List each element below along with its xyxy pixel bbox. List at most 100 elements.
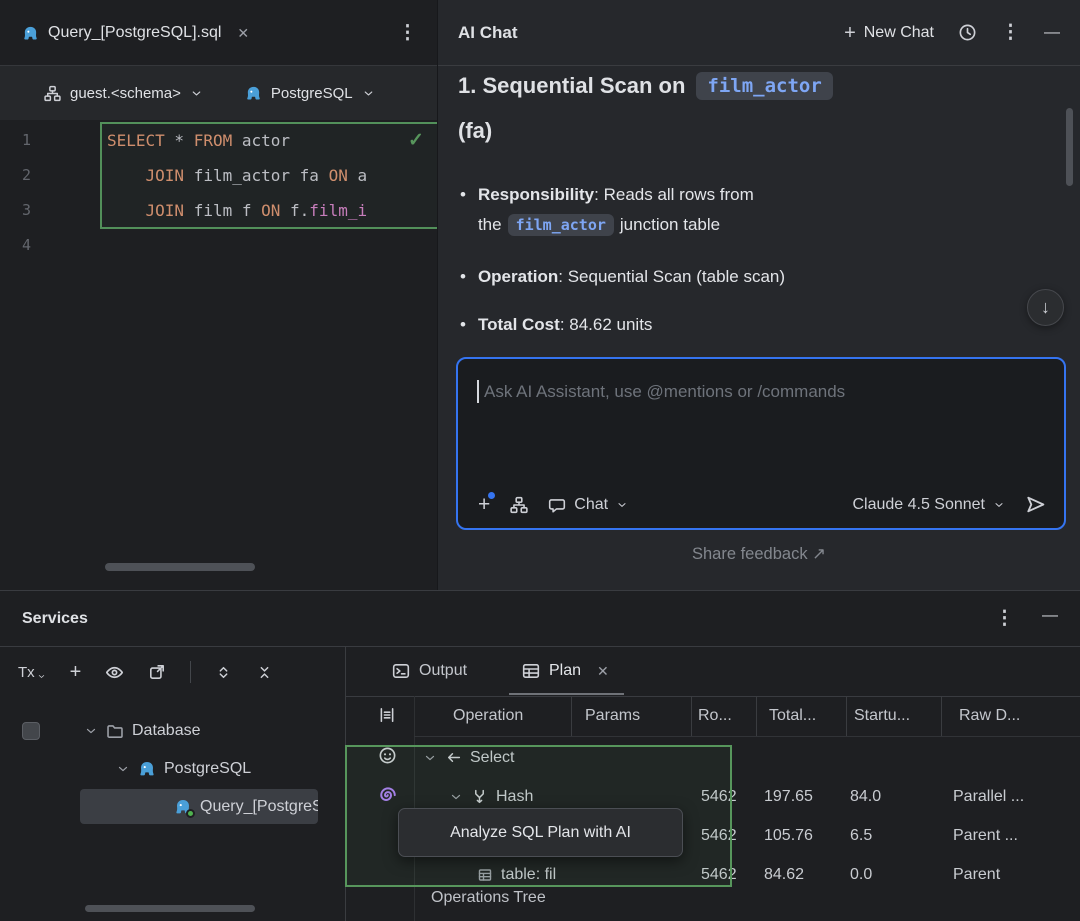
minimize-icon[interactable]: — [1042,607,1058,625]
column-divider[interactable] [846,696,847,736]
editor-options-kebab-icon[interactable]: ⋮ [398,21,417,44]
panel-title: Services [22,591,88,646]
attach-schema-icon[interactable] [510,496,528,514]
editor-pane: Query_[PostgreSQL].sql ✕ ⋮ guest.<schema… [0,0,437,590]
cell-total: 197.65 [764,777,813,816]
arrow-ne-icon: ↗ [812,545,826,563]
tree-item-label: Query_[PostgreS [200,798,318,816]
transaction-mode-button[interactable]: Tx [18,664,46,681]
schema-icon [44,85,61,102]
analyze-plan-tooltip: Analyze SQL Plan with AI [398,808,683,857]
cell-startup: 84.0 [850,777,881,816]
chevron-down-icon [993,499,1005,511]
tab-plan[interactable]: Plan ✕ [522,646,609,696]
plus-icon: + [844,25,856,41]
column-header-total[interactable]: Total... [769,696,816,736]
code-line-1[interactable]: SELECT * FROM actor [107,123,290,158]
column-divider[interactable] [691,696,692,736]
bullet-dot: • [460,262,466,292]
input-placeholder: Ask AI Assistant, use @mentions or /comm… [484,382,845,402]
code-chip: film_actor [696,72,832,100]
chevron-down-icon [84,724,98,738]
ai-response-heading: 1. Sequential Scan on film_actor [458,72,833,100]
tab-close-icon[interactable]: ✕ [597,663,609,680]
datasource-selector-label: PostgreSQL [271,85,353,102]
tree-item-database[interactable]: Database [84,712,201,750]
inspection-ok-check-icon[interactable]: ✓ [408,123,424,158]
schema-selector[interactable]: guest.<schema> [44,85,203,102]
tab-title: Query_[PostgreSQL].sql [48,24,221,42]
column-header-startup[interactable]: Startu... [854,696,910,736]
postgresql-icon [174,798,192,816]
column-divider[interactable] [571,696,572,736]
postgresql-icon [245,85,262,102]
ai-prompt-input[interactable]: Ask AI Assistant, use @mentions or /comm… [456,357,1066,530]
vertical-scrollbar[interactable] [1066,108,1073,186]
checkbox[interactable] [22,722,40,740]
send-button[interactable] [1025,494,1046,515]
services-toolbar: Tx + [18,646,345,698]
line-number: 4 [22,228,31,263]
notification-dot [488,492,495,499]
chat-options-kebab-icon[interactable]: ⋮ [1001,21,1020,44]
tree-item-query-file[interactable]: Query_[PostgreS [174,788,318,826]
line-number: 3 [22,193,31,228]
services-options-kebab-icon[interactable]: ⋮ [995,607,1014,630]
divider [190,661,191,683]
chevron-down-icon [116,762,130,776]
editor-tab-bar: Query_[PostgreSQL].sql ✕ ⋮ [0,0,437,66]
open-in-new-icon[interactable] [148,663,166,681]
horizontal-scrollbar[interactable] [105,563,255,571]
expand-all-icon[interactable] [215,664,232,681]
cell-rawdata: Parent ... [953,816,1018,855]
schema-selector-label: guest.<schema> [70,85,181,102]
tab-close-icon[interactable]: ✕ [237,25,249,42]
chevron-down-icon [616,499,628,511]
horizontal-scrollbar[interactable] [85,905,255,912]
bullet-responsibility: • Responsibility: Reads all rows from th… [460,180,900,240]
minimize-icon[interactable]: — [1044,24,1060,42]
add-datasource-icon[interactable]: + [70,664,82,680]
terminal-icon [392,662,410,680]
column-header-rawdata[interactable]: Raw D... [959,696,1020,736]
editor-tab-query-sql[interactable]: Query_[PostgreSQL].sql ✕ [22,0,249,66]
column-header-params[interactable]: Params [585,696,640,736]
text-representation-icon[interactable] [376,704,398,726]
line-number: 1 [22,123,31,158]
model-selector[interactable]: Claude 4.5 Sonnet [852,496,1005,514]
column-header-rows[interactable]: Ro... [698,696,732,736]
column-divider[interactable] [941,696,942,736]
cell-rawdata: Parent [953,855,1000,894]
bullet-dot: • [460,310,466,340]
new-chat-button[interactable]: + New Chat [844,24,934,42]
scroll-to-bottom-button[interactable]: ↓ [1027,289,1064,326]
panel-title: AI Chat [458,23,518,43]
code-line-3[interactable]: JOIN film f ON f.film_i [107,193,367,228]
history-clock-icon[interactable] [958,23,977,42]
code-line-2[interactable]: JOIN film_actor fa ON a [107,158,367,193]
tooltip-label: Analyze SQL Plan with AI [450,824,631,842]
code-chip: film_actor [508,214,614,236]
table-icon [522,662,540,680]
column-header-operation[interactable]: Operation [453,696,523,736]
eye-icon[interactable] [105,663,124,682]
tree-item-postgresql[interactable]: PostgreSQL [116,750,251,788]
cell-startup: 6.5 [850,816,872,855]
operations-tree-label: Operations Tree [431,889,546,907]
divider [414,736,1080,737]
column-divider[interactable] [756,696,757,736]
code-editor[interactable]: 1 2 3 4 SELECT * FROM actor JOIN film_ac… [0,120,437,590]
ai-chat-header: AI Chat + New Chat ⋮ — [438,0,1080,66]
text-caret [477,380,479,403]
tab-label: Plan [549,662,581,680]
new-chat-label: New Chat [864,24,934,42]
tree-item-label: PostgreSQL [164,760,251,778]
share-feedback-link[interactable]: Share feedback ↗ [438,544,1080,564]
add-context-button[interactable]: + [478,496,490,514]
collapse-all-icon[interactable] [256,664,273,681]
tree-item-label: Database [132,722,201,740]
tab-output[interactable]: Output [392,646,467,696]
mode-selector[interactable]: Chat [548,496,628,514]
line-number: 2 [22,158,31,193]
datasource-selector[interactable]: PostgreSQL [245,85,375,102]
